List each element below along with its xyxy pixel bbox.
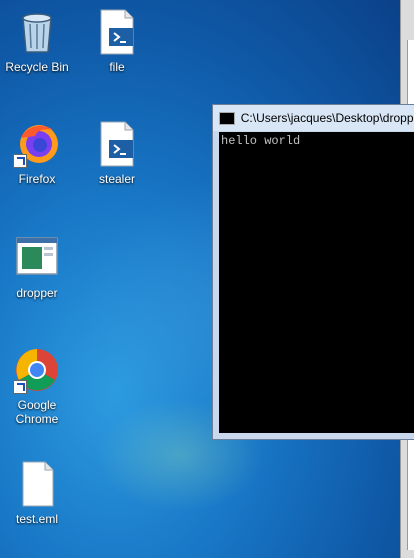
console-icon — [219, 111, 235, 125]
executable-icon — [13, 234, 61, 282]
desktop-icon-label: stealer — [98, 172, 136, 186]
desktop-icon-test-eml[interactable]: test.eml — [0, 460, 74, 526]
desktop-icon-file[interactable]: file — [80, 8, 154, 74]
shortcut-arrow-icon — [13, 154, 27, 168]
powershell-script-icon — [93, 120, 141, 168]
desktop-icon-label: test.eml — [15, 512, 58, 526]
shortcut-arrow-icon — [13, 380, 27, 394]
console-titlebar[interactable]: C:\Users\jacques\Desktop\dropper — [213, 105, 414, 131]
console-area[interactable]: hello world — [219, 132, 414, 433]
console-window[interactable]: C:\Users\jacques\Desktop\dropper hello w… — [212, 104, 414, 440]
console-output: hello world — [221, 134, 301, 148]
desktop-icon-label: Firefox — [18, 172, 56, 186]
desktop-icon-firefox[interactable]: Firefox — [0, 120, 74, 186]
blank-file-icon — [13, 460, 61, 508]
console-title: C:\Users\jacques\Desktop\dropper — [240, 111, 414, 125]
chrome-icon — [13, 346, 61, 394]
desktop-icon-dropper[interactable]: dropper — [0, 234, 74, 300]
desktop-icon-label: file — [109, 60, 125, 74]
desktop-icon-label: Google Chrome — [15, 398, 59, 426]
powershell-script-icon — [93, 8, 141, 56]
desktop-icon-label: dropper — [16, 286, 58, 300]
desktop-icon-label: Recycle Bin — [5, 60, 69, 74]
recycle-bin-icon — [13, 8, 61, 56]
desktop-icon-google-chrome[interactable]: Google Chrome — [0, 346, 74, 426]
desktop-icon-recycle-bin[interactable]: Recycle Bin — [0, 8, 74, 74]
firefox-icon — [13, 120, 61, 168]
desktop-icon-stealer[interactable]: stealer — [80, 120, 154, 186]
